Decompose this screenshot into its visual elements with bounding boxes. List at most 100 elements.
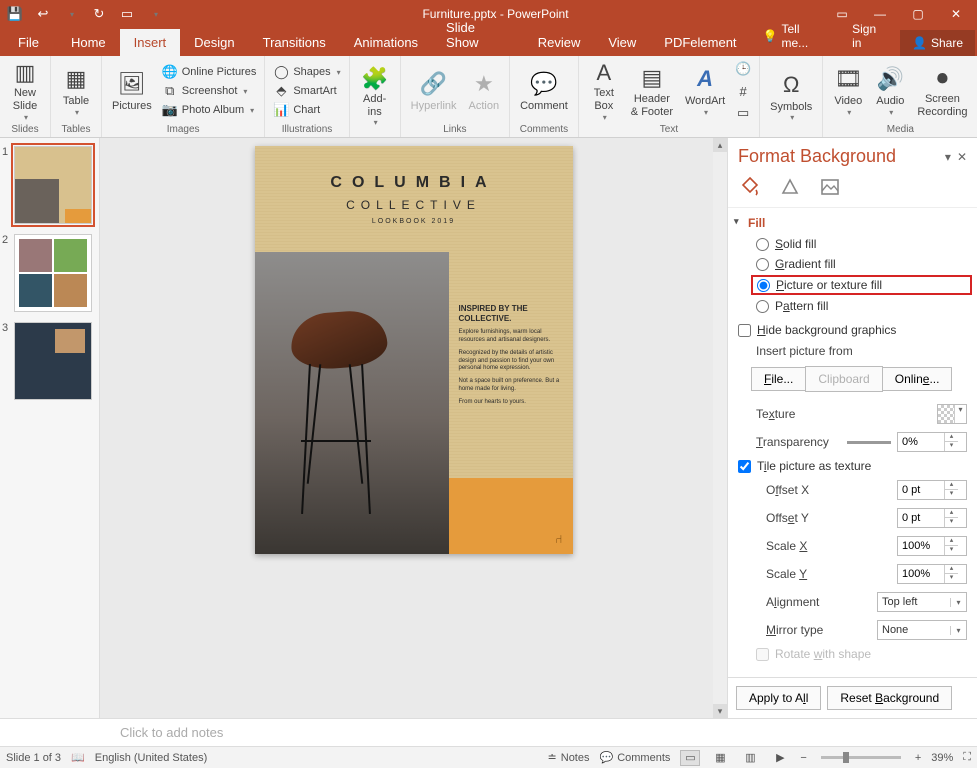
- screenshot-button[interactable]: ⧉Screenshot: [160, 82, 259, 100]
- redo-icon[interactable]: ↻: [86, 2, 112, 26]
- slideshow-view-icon[interactable]: ▶: [770, 750, 790, 766]
- pictures-icon: 🖼: [118, 70, 146, 98]
- pane-tab-picture[interactable]: [818, 175, 842, 199]
- main-area: 1 2 3 COLUMBIA COLLECTIVE LOOKBOOK 2019 …: [0, 138, 977, 718]
- apply-to-all-button[interactable]: Apply to All: [736, 686, 821, 710]
- photo-album-button[interactable]: 📷Photo Album: [160, 101, 259, 119]
- slide[interactable]: COLUMBIA COLLECTIVE LOOKBOOK 2019 INSPIR…: [255, 146, 573, 554]
- zoom-in-icon[interactable]: +: [915, 752, 921, 764]
- action-button: ★Action: [465, 59, 504, 123]
- thumbnail-1[interactable]: [14, 146, 92, 224]
- tell-me[interactable]: 💡Tell me...: [751, 16, 841, 56]
- slide-sorter-view-icon[interactable]: ▦: [710, 750, 730, 766]
- tab-design[interactable]: Design: [180, 29, 248, 56]
- file-button[interactable]: File...: [751, 367, 806, 391]
- pane-options-icon[interactable]: ▾: [945, 150, 951, 164]
- group-slides-label: Slides: [11, 124, 38, 136]
- language-status[interactable]: English (United States): [95, 752, 208, 764]
- undo-icon[interactable]: ↩: [30, 2, 56, 26]
- textbox-button[interactable]: AText Box: [585, 59, 623, 123]
- reset-background-button[interactable]: Reset Background: [827, 686, 952, 710]
- tab-pdfelement[interactable]: PDFelement: [650, 29, 750, 56]
- offsety-input[interactable]: ▴▾: [897, 508, 967, 528]
- comments-toggle[interactable]: 💬 Comments: [600, 751, 671, 764]
- normal-view-icon[interactable]: ▭: [680, 750, 700, 766]
- comment-icon: 💬: [530, 70, 558, 98]
- slide-counter[interactable]: Slide 1 of 3: [6, 752, 61, 764]
- tab-transitions[interactable]: Transitions: [249, 29, 340, 56]
- symbols-icon: Ω: [777, 71, 805, 99]
- zoom-out-icon[interactable]: −: [800, 752, 806, 764]
- close-icon[interactable]: ✕: [937, 0, 975, 28]
- spellcheck-icon[interactable]: 📖: [71, 751, 85, 764]
- thumbnail-2[interactable]: [14, 234, 92, 312]
- new-slide-button[interactable]: ▥New Slide: [6, 59, 44, 123]
- save-icon[interactable]: 💾: [2, 2, 28, 26]
- radio-picture-texture-fill[interactable]: Picture or texture fill: [751, 275, 972, 295]
- symbols-button[interactable]: ΩSymbols: [766, 65, 816, 129]
- tab-animations[interactable]: Animations: [340, 29, 432, 56]
- tab-view[interactable]: View: [594, 29, 650, 56]
- slide-number-button[interactable]: #: [733, 82, 753, 100]
- addins-button[interactable]: 🧩Add- ins: [356, 65, 394, 129]
- checkbox-tile-picture[interactable]: Tile picture as texture: [738, 456, 967, 476]
- maximize-icon[interactable]: ▢: [899, 0, 937, 28]
- notes-pane[interactable]: Click to add notes: [0, 718, 977, 746]
- scalex-input[interactable]: ▴▾: [897, 536, 967, 556]
- header-footer-button[interactable]: ▤Header & Footer: [627, 59, 677, 123]
- checkbox-hide-bg-graphics[interactable]: Hide background graphics: [738, 320, 967, 340]
- slide-canvas[interactable]: COLUMBIA COLLECTIVE LOOKBOOK 2019 INSPIR…: [100, 138, 727, 718]
- ribbon-tabs: File Home Insert Design Transitions Anim…: [0, 28, 977, 56]
- tab-insert[interactable]: Insert: [120, 29, 181, 56]
- notes-toggle[interactable]: ≐ Notes: [548, 751, 590, 764]
- transparency-slider[interactable]: [847, 441, 891, 444]
- pane-tab-fill[interactable]: [738, 175, 762, 199]
- pane-tab-effects[interactable]: [778, 175, 802, 199]
- object-button[interactable]: ▭: [733, 104, 753, 122]
- chart-button[interactable]: 📊Chart: [271, 101, 342, 119]
- vertical-scrollbar[interactable]: ▴▾: [713, 138, 727, 718]
- screen-recording-button[interactable]: ⏺Screen Recording: [913, 59, 971, 123]
- fit-to-window-icon[interactable]: ⛶: [963, 751, 971, 764]
- video-button[interactable]: 🎞Video: [829, 59, 867, 123]
- texture-picker[interactable]: ▾: [937, 404, 967, 424]
- tab-slideshow[interactable]: Slide Show: [432, 14, 524, 56]
- radio-pattern-fill[interactable]: Pattern fill: [756, 296, 967, 316]
- online-pictures-button[interactable]: 🌐Online Pictures: [160, 63, 259, 81]
- zoom-slider[interactable]: [821, 756, 901, 759]
- radio-gradient-fill[interactable]: Gradient fill: [756, 254, 967, 274]
- qat-customize[interactable]: [142, 2, 168, 26]
- checkbox-rotate-with-shape: Rotate with shape: [756, 644, 967, 664]
- reading-view-icon[interactable]: ▥: [740, 750, 760, 766]
- start-from-beginning-icon[interactable]: ▭: [114, 2, 140, 26]
- pictures-button[interactable]: 🖼Pictures: [108, 59, 156, 123]
- smartart-button[interactable]: ⬘SmartArt: [271, 82, 342, 100]
- slide-number-icon: #: [735, 83, 751, 99]
- mirror-combo[interactable]: None▾: [877, 620, 967, 640]
- radio-solid-fill[interactable]: SSolid fillolid fill: [756, 234, 967, 254]
- pane-title: Format Background: [738, 146, 896, 167]
- zoom-level[interactable]: 39%: [931, 752, 953, 764]
- sign-in[interactable]: Sign in: [840, 16, 900, 56]
- undo-dropdown[interactable]: [58, 2, 84, 26]
- tab-home[interactable]: Home: [57, 29, 120, 56]
- table-button[interactable]: ▦Table: [57, 59, 95, 123]
- tab-review[interactable]: Review: [524, 29, 595, 56]
- thumbnail-3[interactable]: [14, 322, 92, 400]
- share-button[interactable]: 👤Share: [900, 30, 975, 56]
- date-time-button[interactable]: 🕒: [733, 60, 753, 78]
- alignment-combo[interactable]: Top left▾: [877, 592, 967, 612]
- offsetx-input[interactable]: ▴▾: [897, 480, 967, 500]
- audio-button[interactable]: 🔊Audio: [871, 59, 909, 123]
- online-button[interactable]: Online...: [882, 367, 953, 391]
- shapes-button[interactable]: ◯Shapes: [271, 63, 342, 81]
- scaley-input[interactable]: ▴▾: [897, 564, 967, 584]
- fill-section-header[interactable]: Fill: [728, 208, 977, 234]
- transparency-input[interactable]: ▴▾: [897, 432, 967, 452]
- tab-file[interactable]: File: [0, 29, 57, 56]
- slide-thumbnails[interactable]: 1 2 3: [0, 138, 100, 718]
- pane-close-icon[interactable]: ✕: [957, 150, 967, 164]
- wordart-button[interactable]: AWordArt: [681, 59, 729, 123]
- comment-button[interactable]: 💬Comment: [516, 59, 572, 123]
- transparency-label: Transparency: [756, 435, 829, 449]
